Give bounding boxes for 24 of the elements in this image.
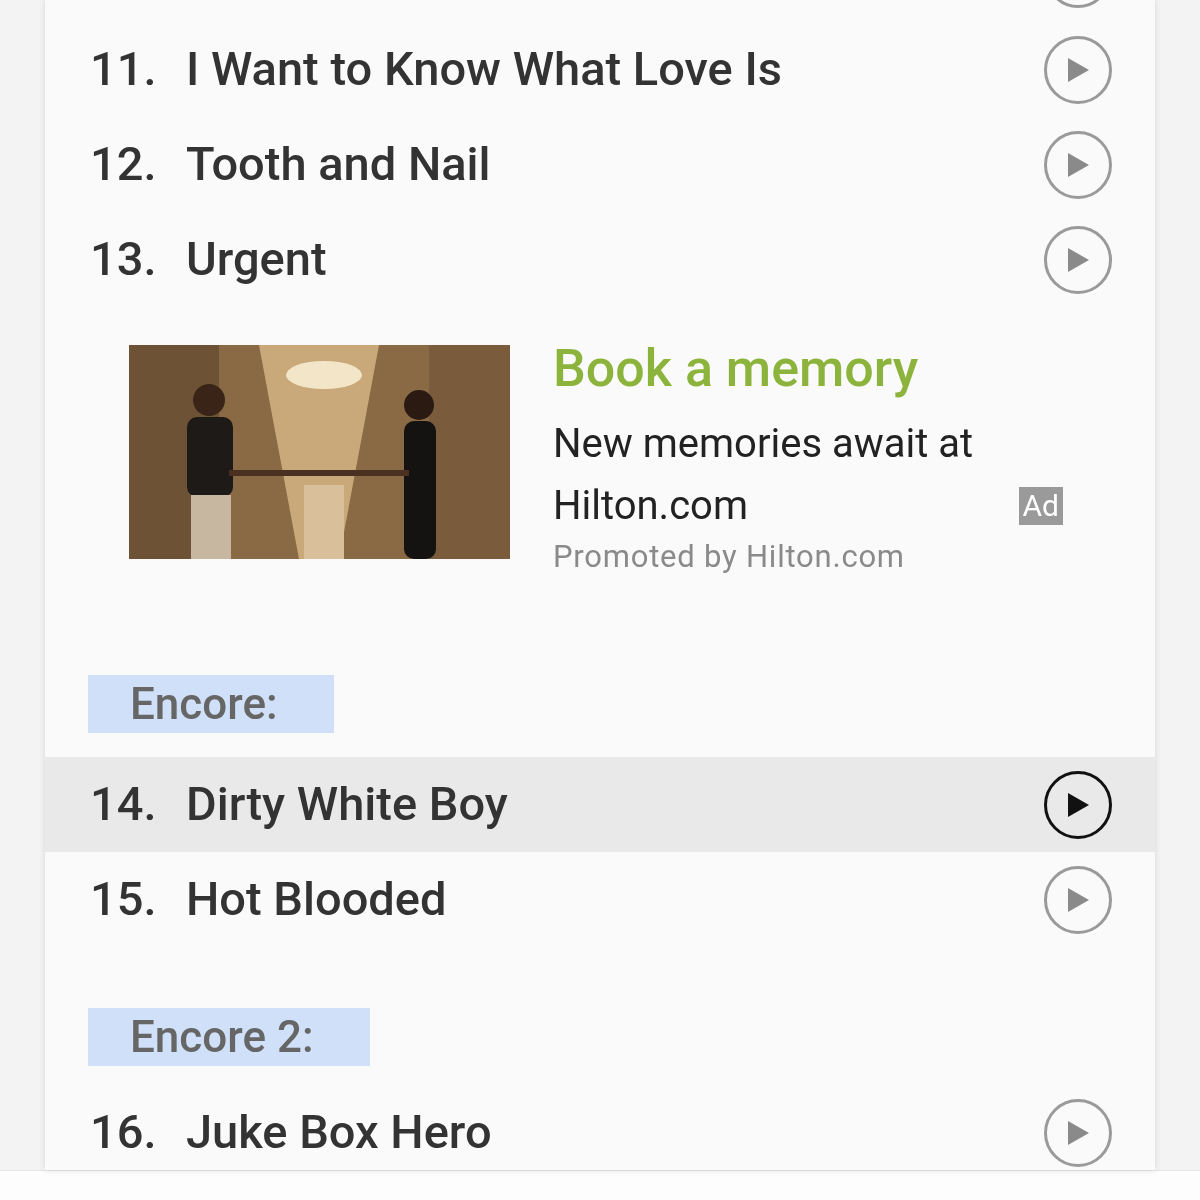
play-icon [1065, 55, 1091, 84]
track-number: 15. [90, 870, 158, 929]
track-title[interactable]: Urgent [186, 224, 1044, 295]
play-icon [1065, 1118, 1091, 1147]
track-title[interactable]: I Want to Know What Love Is [186, 34, 1044, 105]
track-number: 14. [90, 775, 158, 834]
section-heading: Encore 2: [88, 1008, 370, 1066]
ad-badge: Ad [1018, 487, 1063, 525]
track-title[interactable]: Juke Box Hero [186, 1097, 1044, 1168]
track-number: 11. [90, 40, 158, 99]
play-icon [1065, 885, 1091, 914]
play-icon [1065, 790, 1091, 819]
section-heading: Encore: [88, 675, 334, 733]
play-button[interactable] [1044, 770, 1112, 839]
play-icon [1065, 150, 1091, 179]
track-title[interactable]: Dirty White Boy [186, 769, 1044, 840]
track-number: 13. [90, 230, 158, 289]
play-icon [1065, 245, 1091, 274]
track-title[interactable]: Tooth and Nail [186, 129, 1044, 200]
track-title[interactable]: Hot Blooded [186, 864, 1044, 935]
track-number: 12. [90, 135, 158, 194]
ad-text: New memories await at Hilton.com [553, 419, 975, 531]
track-number: 16. [90, 1103, 158, 1162]
sponsor-text: Promoted by Hilton.com [553, 537, 906, 577]
